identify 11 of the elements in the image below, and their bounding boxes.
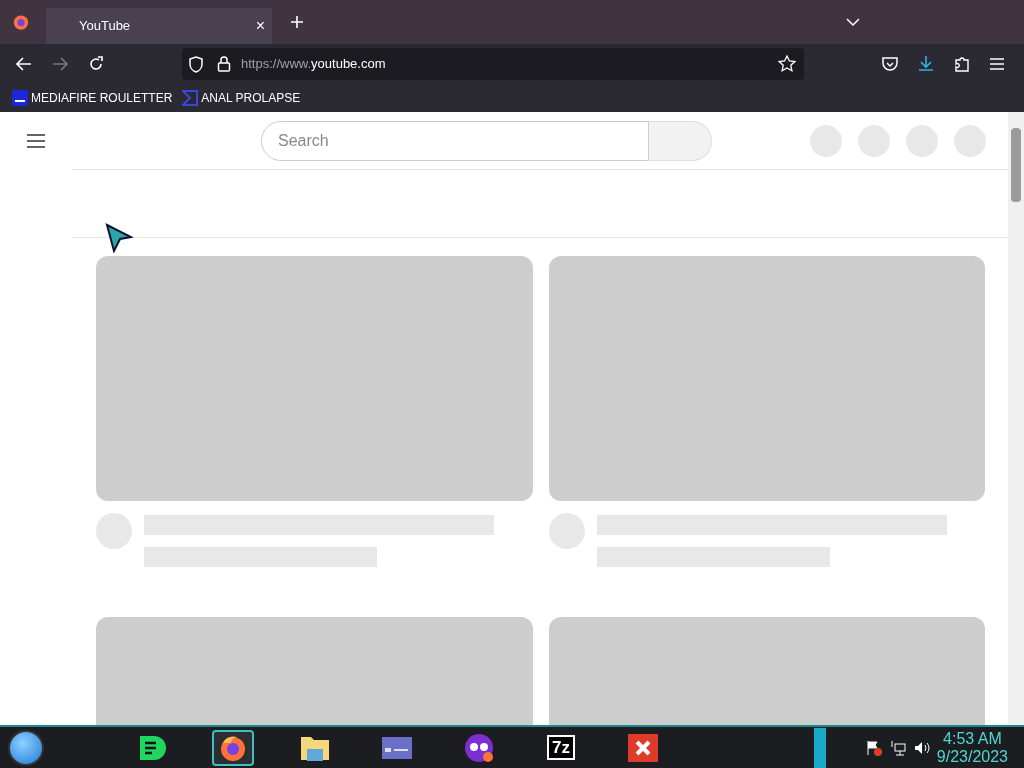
browser-tab[interactable]: YouTube × xyxy=(46,8,272,44)
bookmark[interactable]: MEDIAFIRE ROULETTER xyxy=(12,89,173,107)
clock-date[interactable]: 9/23/2023 xyxy=(936,748,1008,765)
clock-time[interactable]: 4:53 AM xyxy=(943,730,1002,747)
search-field[interactable]: Search xyxy=(261,120,649,161)
close-tab-icon[interactable]: × xyxy=(255,14,265,38)
url-text: https://www.youtube.com xyxy=(241,55,386,74)
taskbar-button[interactable]: 7z xyxy=(540,729,582,766)
bookmark[interactable]: ANAL PROLAPSE xyxy=(182,89,301,107)
address-bar[interactable]: https://www.youtube.com xyxy=(182,48,804,80)
7zip-icon[interactable]: 7z xyxy=(547,735,575,760)
